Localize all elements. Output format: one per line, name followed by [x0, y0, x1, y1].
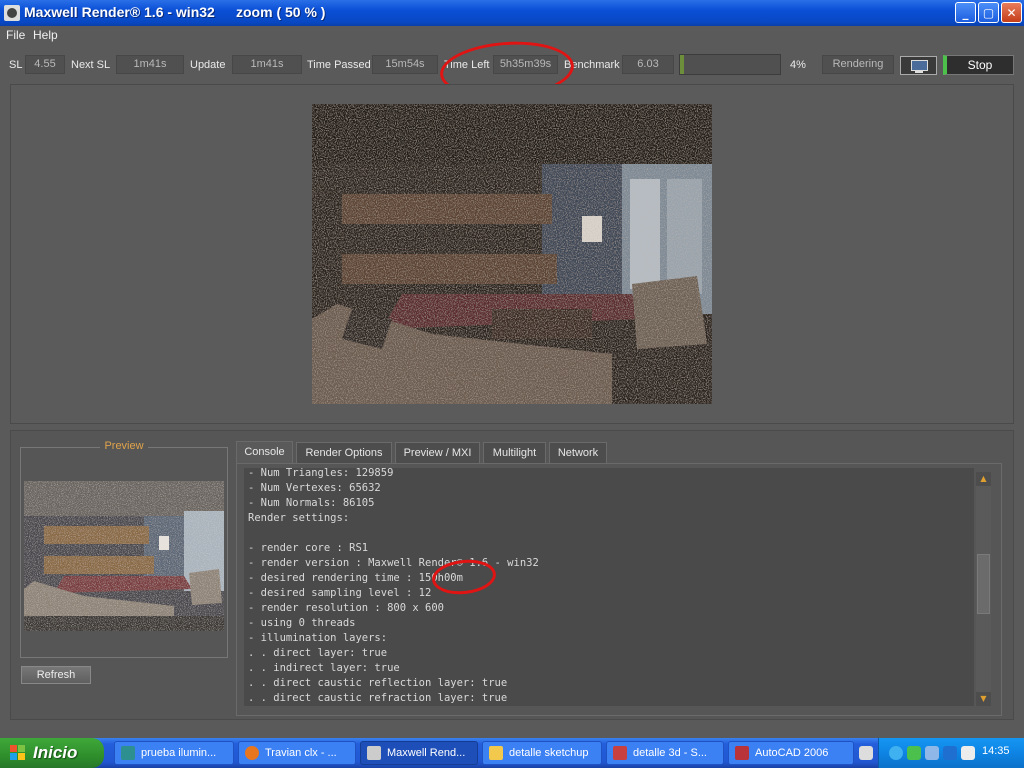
maxwell-icon	[367, 746, 381, 760]
tab-console[interactable]: Console	[236, 441, 293, 463]
console-line: - illumination layers:	[248, 632, 388, 644]
start-label: Inicio	[33, 743, 78, 762]
tray-star-icon[interactable]	[943, 746, 957, 760]
next-sl-value: 1m41s	[116, 55, 184, 74]
console-line: - Num Vertexes: 65632	[248, 482, 381, 494]
taskbar-item-label: detalle 3d - S...	[633, 747, 707, 759]
taskbar-item-label: AutoCAD 2006	[755, 747, 829, 759]
monitor-icon-button[interactable]	[900, 56, 937, 75]
taskbar-clock: 14:35	[982, 745, 1010, 757]
taskbar-item-label: detalle sketchup	[509, 747, 589, 759]
windows-taskbar: Inicio prueba ilumin... Travian clx - ..…	[0, 738, 1024, 768]
update-label: Update	[190, 59, 226, 71]
tab-network[interactable]: Network	[549, 442, 607, 463]
console-line: - desired sampling level : 12	[248, 587, 432, 599]
stop-button[interactable]: Stop	[943, 55, 1014, 75]
folder-icon	[489, 746, 503, 760]
console-line: Render settings:	[248, 512, 350, 524]
taskbar-item-travian[interactable]: Travian clx - ...	[238, 741, 356, 765]
taskbar-item-label: Travian clx - ...	[265, 747, 337, 759]
sl-value: 4.55	[25, 55, 65, 74]
console-scrollbar[interactable]: ▲ ▼	[976, 472, 991, 706]
title-bar: Maxwell Render® 1.6 - win32 zoom ( 50 % …	[0, 0, 1024, 26]
scrollbar-thumb[interactable]	[977, 554, 990, 614]
tray-network-icon[interactable]	[907, 746, 921, 760]
scroll-down-arrow-icon[interactable]: ▼	[976, 692, 991, 706]
render-state: Rendering	[822, 55, 894, 74]
console-line: . . direct caustic reflection layer: tru…	[248, 677, 508, 689]
update-value: 1m41s	[232, 55, 302, 74]
monitor-icon	[911, 60, 928, 71]
tab-render-options[interactable]: Render Options	[296, 442, 392, 463]
windows-flag-icon	[10, 745, 26, 761]
console-lines: - Num Triangles: 129859 - Num Vertexes: 6…	[248, 468, 539, 706]
sketchup-icon	[613, 746, 627, 760]
benchmark-value: 6.03	[622, 55, 674, 74]
console-log[interactable]: - Num Triangles: 129859 - Num Vertexes: 6…	[244, 468, 974, 706]
close-button[interactable]: ✕	[1001, 2, 1022, 23]
preview-label: Preview	[100, 440, 148, 452]
next-sl-label: Next SL	[71, 59, 111, 71]
tray-back-icon[interactable]	[889, 746, 903, 760]
taskbar-item-detalle-3d[interactable]: detalle 3d - S...	[606, 741, 724, 765]
start-button[interactable]: Inicio	[0, 738, 104, 768]
autocad-icon	[735, 746, 749, 760]
tab-preview-mxi[interactable]: Preview / MXI	[395, 442, 480, 463]
console-line: - render version : Maxwell Render® 1.6 -…	[248, 557, 539, 569]
console-line: . . indirect layer: true	[248, 662, 400, 674]
console-line: - Num Triangles: 129859	[248, 468, 394, 479]
tab-multilight[interactable]: Multilight	[483, 442, 546, 463]
taskbar-item-autocad[interactable]: AutoCAD 2006	[728, 741, 854, 765]
keyboard-icon[interactable]	[859, 746, 873, 760]
console-line: - using 0 threads	[248, 617, 356, 629]
taskbar-item-prueba[interactable]: prueba ilumin...	[114, 741, 234, 765]
render-progress-bar	[679, 54, 781, 75]
tray-app-icon[interactable]	[961, 746, 975, 760]
browser-icon	[121, 746, 135, 760]
minimize-button[interactable]: _	[955, 2, 976, 23]
maximize-button[interactable]: ▢	[978, 2, 999, 23]
preview-image	[24, 481, 224, 631]
zoom-indicator: zoom ( 50 % )	[236, 4, 326, 20]
console-line: . . direct caustic refraction layer: tru…	[248, 692, 508, 704]
window-title: Maxwell Render® 1.6 - win32	[24, 4, 215, 20]
time-passed-value: 15m54s	[372, 55, 438, 74]
taskbar-item-detalle-sketchup[interactable]: detalle sketchup	[482, 741, 602, 765]
taskbar-item-label: prueba ilumin...	[141, 747, 217, 759]
time-passed-label: Time Passed	[307, 59, 371, 71]
render-progress-fill	[680, 55, 684, 74]
progress-percent: 4%	[790, 59, 806, 71]
menu-file[interactable]: File	[6, 28, 25, 42]
console-line: . . direct layer: true	[248, 647, 388, 659]
console-line: - Num Normals: 86105	[248, 497, 375, 509]
console-line: - render core : RS1	[248, 542, 369, 554]
firefox-icon	[245, 746, 259, 760]
scroll-up-arrow-icon[interactable]: ▲	[976, 472, 991, 486]
render-image	[312, 104, 712, 404]
tray-display-icon[interactable]	[925, 746, 939, 760]
console-line: - render resolution : 800 x 600	[248, 602, 444, 614]
sl-label: SL	[9, 59, 23, 71]
menu-help[interactable]: Help	[33, 28, 58, 42]
taskbar-item-maxwell[interactable]: Maxwell Rend...	[360, 741, 478, 765]
taskbar-item-label: Maxwell Rend...	[387, 747, 466, 759]
maxwell-app-icon[interactable]	[4, 5, 20, 21]
refresh-button[interactable]: Refresh	[21, 666, 91, 684]
